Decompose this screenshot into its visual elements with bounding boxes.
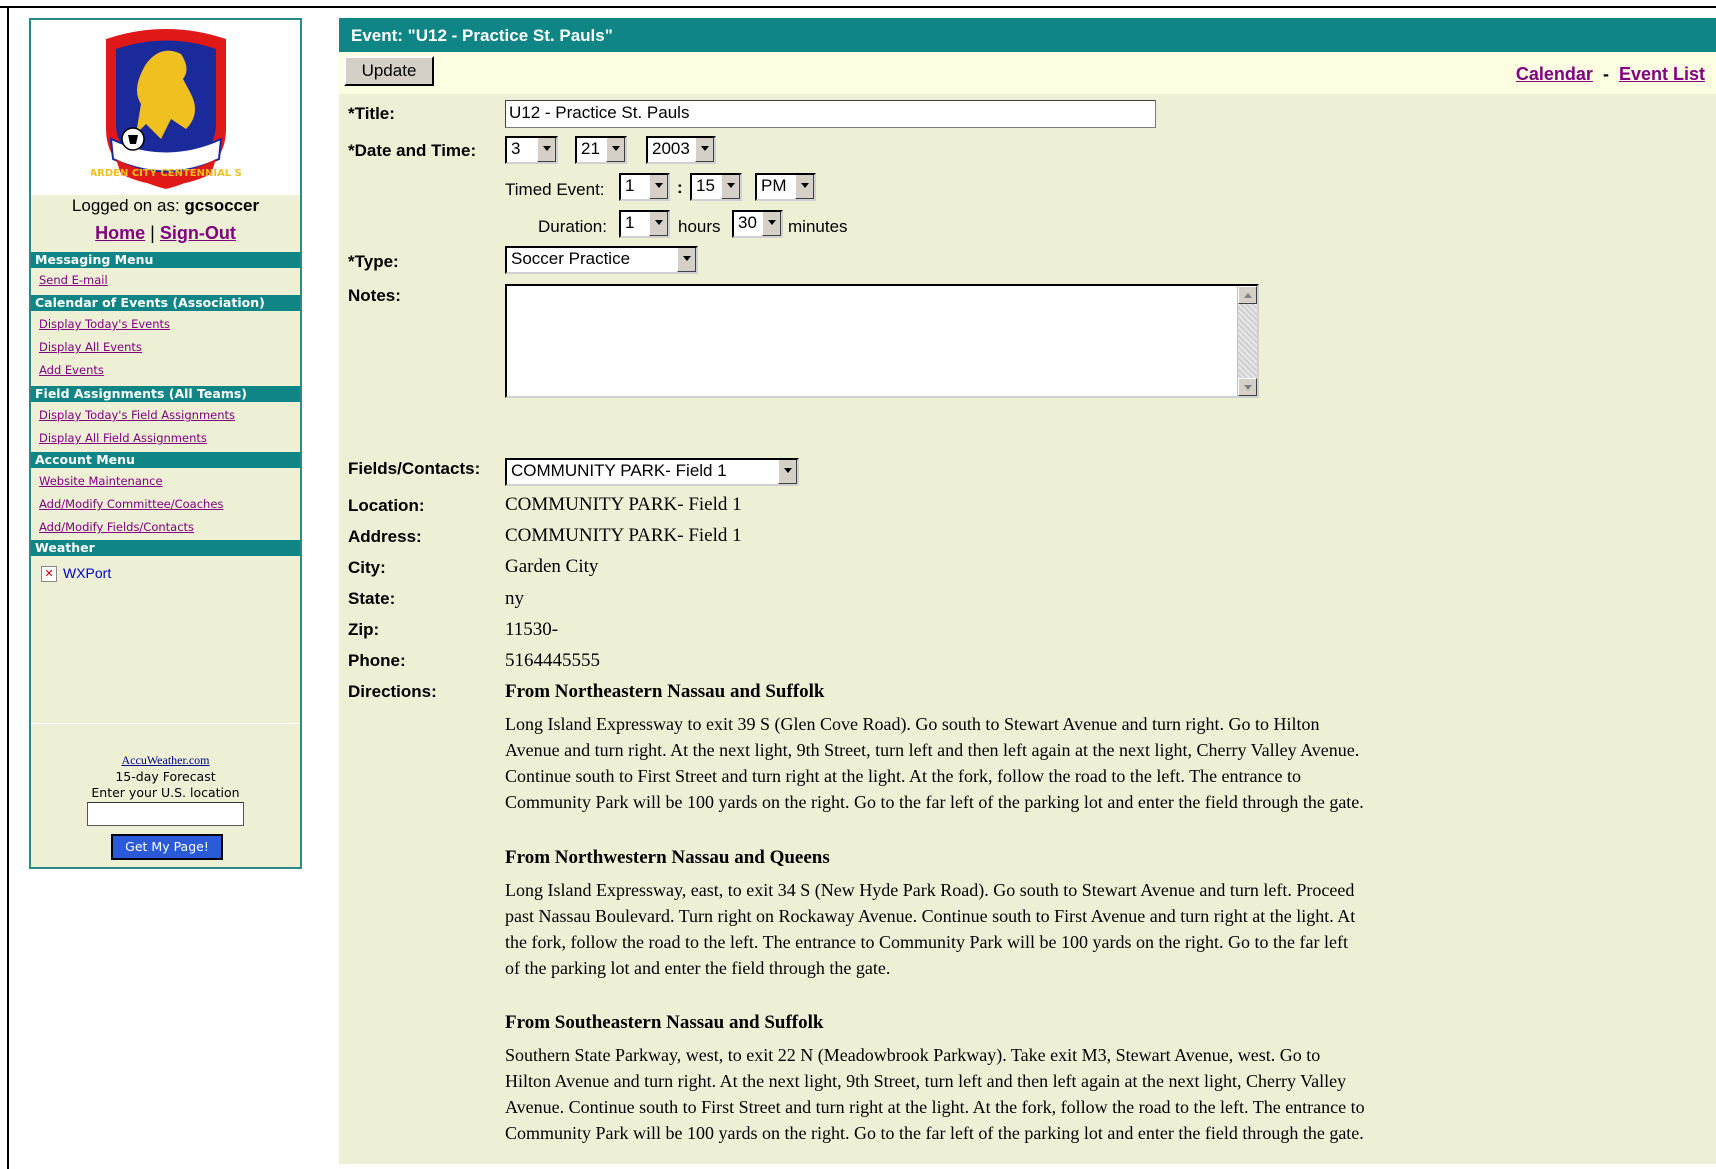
minutes-label: minutes bbox=[788, 217, 848, 236]
wxport-widget[interactable]: ✕ WXPort bbox=[41, 565, 111, 583]
menu-link-todays-field-assignments[interactable]: Display Today's Field Assignments bbox=[39, 408, 235, 422]
window-left-border bbox=[7, 6, 9, 1169]
menu-header-field-assignments: Field Assignments (All Teams) bbox=[31, 386, 300, 402]
ampm-select[interactable]: PM bbox=[755, 173, 816, 201]
menu-header-weather: Weather bbox=[31, 540, 300, 556]
scroll-up-icon[interactable] bbox=[1238, 286, 1257, 304]
date-time-label: *Date and Time: bbox=[348, 141, 477, 160]
type-label: *Type: bbox=[348, 252, 399, 271]
chevron-down-icon bbox=[677, 248, 696, 272]
wxport-link[interactable]: WXPort bbox=[63, 565, 111, 581]
sidebar-divider bbox=[31, 723, 300, 724]
calendar-link[interactable]: Calendar bbox=[1516, 64, 1593, 84]
directions-label: Directions: bbox=[348, 682, 437, 701]
home-signout-row: Home | Sign-Out bbox=[95, 223, 236, 243]
menu-link-display-all-events[interactable]: Display All Events bbox=[39, 340, 142, 354]
city-label: City: bbox=[348, 558, 386, 577]
location-value: COMMUNITY PARK- Field 1 bbox=[505, 494, 742, 515]
scroll-down-icon[interactable] bbox=[1238, 378, 1257, 396]
notes-scrollbar[interactable] bbox=[1237, 286, 1257, 396]
timed-event-label: Timed Event: bbox=[505, 180, 605, 199]
state-label: State: bbox=[348, 589, 396, 608]
event-title-bar: Event: "U12 - Practice St. Pauls" bbox=[339, 18, 1716, 52]
sidebar: GARDEN CITY CENTENNIAL S.C. Logged on as… bbox=[29, 18, 302, 869]
address-value: COMMUNITY PARK- Field 1 bbox=[505, 525, 742, 546]
menu-header-messaging: Messaging Menu bbox=[31, 252, 300, 268]
toolbar: Update Calendar - Event List bbox=[339, 52, 1716, 94]
broken-image-icon: ✕ bbox=[41, 566, 57, 583]
hours-label: hours bbox=[678, 217, 721, 236]
day-select[interactable]: 21 bbox=[575, 136, 627, 164]
chevron-down-icon bbox=[795, 175, 814, 199]
time-separator: : bbox=[677, 178, 683, 197]
forecast-label: 15-day Forecast bbox=[115, 769, 216, 784]
location-label: Location: bbox=[348, 496, 425, 515]
notes-textarea[interactable] bbox=[505, 284, 1259, 398]
address-label: Address: bbox=[348, 527, 422, 546]
logged-on-as: Logged on as: gcsoccer bbox=[71, 196, 260, 215]
chevron-down-icon bbox=[649, 212, 668, 236]
state-value: ny bbox=[505, 588, 524, 609]
menu-header-calendar: Calendar of Events (Association) bbox=[31, 295, 300, 311]
zip-value: 11530- bbox=[505, 619, 559, 640]
chevron-down-icon bbox=[537, 138, 556, 162]
sign-out-link[interactable]: Sign-Out bbox=[160, 223, 236, 243]
update-button[interactable]: Update bbox=[344, 56, 434, 86]
direction-text: Long Island Expressway to exit 39 S (Gle… bbox=[505, 714, 1364, 812]
home-link[interactable]: Home bbox=[95, 223, 145, 243]
zip-label: Zip: bbox=[348, 620, 380, 639]
direction-heading: From Southeastern Nassau and Suffolk bbox=[505, 1012, 824, 1033]
direction-text: Long Island Expressway, east, to exit 34… bbox=[505, 880, 1356, 978]
get-my-page-button[interactable]: Get My Page! bbox=[111, 834, 223, 860]
username: gcsoccer bbox=[184, 196, 260, 215]
menu-link-add-events[interactable]: Add Events bbox=[39, 363, 104, 377]
event-list-link[interactable]: Event List bbox=[1619, 64, 1705, 84]
menu-link-send-email[interactable]: Send E-mail bbox=[39, 273, 108, 287]
title-label: *Title: bbox=[348, 104, 395, 123]
duration-label: Duration: bbox=[538, 217, 607, 236]
club-logo: GARDEN CITY CENTENNIAL S.C. bbox=[31, 20, 300, 195]
chevron-down-icon bbox=[721, 175, 740, 199]
direction-heading: From Northwestern Nassau and Queens bbox=[505, 847, 830, 868]
menu-header-account: Account Menu bbox=[31, 452, 300, 468]
accuweather-link[interactable]: AccuWeather.com bbox=[31, 753, 300, 768]
main-panel: Event: "U12 - Practice St. Pauls" Update… bbox=[339, 18, 1716, 1164]
notes-label: Notes: bbox=[348, 286, 401, 305]
location-input[interactable] bbox=[87, 802, 244, 826]
menu-link-display-todays-events[interactable]: Display Today's Events bbox=[39, 317, 170, 331]
svg-text:GARDEN CITY CENTENNIAL S.C.: GARDEN CITY CENTENNIAL S.C. bbox=[91, 168, 241, 179]
minute-select[interactable]: 15 bbox=[690, 173, 742, 201]
menu-link-website-maintenance[interactable]: Website Maintenance bbox=[39, 474, 163, 488]
phone-value: 5164445555 bbox=[505, 650, 600, 671]
chevron-down-icon bbox=[649, 175, 668, 199]
duration-minutes-select[interactable]: 30 bbox=[732, 210, 783, 238]
chevron-down-icon bbox=[762, 212, 781, 236]
type-select[interactable]: Soccer Practice bbox=[505, 246, 698, 274]
direction-heading: From Northeastern Nassau and Suffolk bbox=[505, 681, 825, 702]
location-prompt: Enter your U.S. location bbox=[91, 785, 240, 800]
chevron-down-icon bbox=[606, 138, 625, 162]
fields-contacts-select[interactable]: COMMUNITY PARK- Field 1 bbox=[505, 458, 799, 486]
duration-hours-select[interactable]: 1 bbox=[619, 210, 670, 238]
chevron-down-icon bbox=[778, 460, 797, 484]
month-select[interactable]: 3 bbox=[505, 136, 558, 164]
hour-select[interactable]: 1 bbox=[619, 173, 670, 201]
chevron-down-icon bbox=[695, 138, 714, 162]
fields-contacts-label: Fields/Contacts: bbox=[348, 459, 481, 478]
menu-link-committee-coaches[interactable]: Add/Modify Committee/Coaches bbox=[39, 497, 223, 511]
city-value: Garden City bbox=[505, 556, 599, 577]
title-input[interactable]: U12 - Practice St. Pauls bbox=[505, 100, 1156, 128]
window-top-border bbox=[0, 6, 1716, 8]
garden-city-crest-icon: GARDEN CITY CENTENNIAL S.C. bbox=[91, 29, 241, 189]
year-select[interactable]: 2003 bbox=[646, 136, 716, 164]
phone-label: Phone: bbox=[348, 651, 406, 670]
menu-link-all-field-assignments[interactable]: Display All Field Assignments bbox=[39, 431, 207, 445]
top-links: Calendar - Event List bbox=[1515, 64, 1705, 84]
direction-text: Southern State Parkway, west, to exit 22… bbox=[505, 1045, 1365, 1143]
menu-link-fields-contacts[interactable]: Add/Modify Fields/Contacts bbox=[39, 520, 194, 534]
